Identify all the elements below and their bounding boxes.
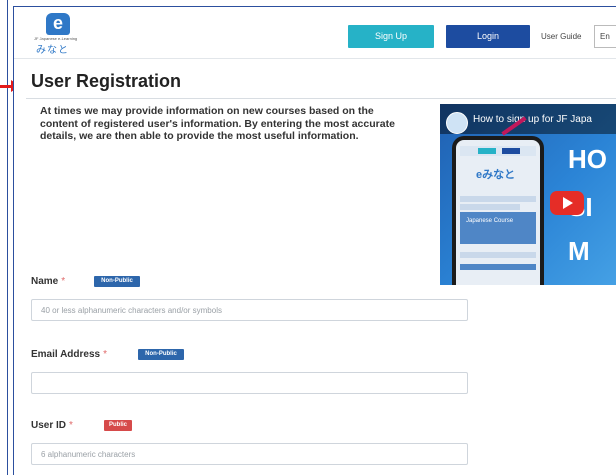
- phone-header-bar: [460, 146, 536, 156]
- title-divider: [26, 98, 616, 99]
- required-mark: *: [61, 276, 66, 287]
- name-label: Name *: [31, 276, 65, 287]
- public-badge: Public: [104, 420, 132, 431]
- non-public-badge: Non-Public: [94, 276, 140, 287]
- login-button[interactable]: Login: [446, 25, 530, 48]
- youtube-play-icon[interactable]: [550, 191, 584, 215]
- signup-button[interactable]: Sign Up: [348, 25, 434, 48]
- name-input[interactable]: [31, 299, 468, 321]
- email-input[interactable]: [31, 372, 468, 394]
- required-mark: *: [103, 349, 108, 360]
- user-id-label-text: User ID: [31, 420, 67, 431]
- phone-logo: eみなと: [476, 169, 516, 181]
- site-header: e JF Japanese e-Learning みなと Sign Up Log…: [14, 7, 616, 59]
- video-overlay-text-3: M: [568, 236, 590, 266]
- video-overlay-text-1: HO: [568, 144, 607, 174]
- user-guide-link[interactable]: User Guide: [541, 32, 581, 41]
- user-id-label: User ID *: [31, 420, 73, 431]
- language-select[interactable]: En: [594, 25, 616, 48]
- page-title: User Registration: [31, 71, 182, 91]
- email-label: Email Address *: [31, 349, 107, 360]
- channel-avatar-icon[interactable]: [446, 112, 468, 134]
- video-title[interactable]: How to sign up for JF Japa: [473, 114, 592, 125]
- phone-course-panel: Japanese Course: [460, 212, 536, 244]
- phone-panel-text: Japanese Course: [466, 218, 514, 224]
- non-public-badge: Non-Public: [138, 349, 184, 360]
- site-logo[interactable]: e JF Japanese e-Learning みなと: [34, 13, 84, 56]
- required-mark: *: [69, 420, 73, 431]
- logo-e-icon: e: [46, 13, 70, 35]
- user-id-input[interactable]: [31, 443, 468, 465]
- phone-illustration: eみなと Japanese Course: [452, 136, 544, 285]
- tutorial-video[interactable]: How to sign up for JF Japa eみなと Japanese…: [440, 104, 616, 285]
- left-border-line: [7, 0, 8, 475]
- logo-name: みなと: [36, 45, 69, 56]
- name-label-text: Name: [31, 276, 59, 287]
- page-frame: e JF Japanese e-Learning みなと Sign Up Log…: [13, 6, 616, 475]
- email-label-text: Email Address: [31, 349, 101, 360]
- intro-text: At times we may provide information on n…: [40, 105, 395, 142]
